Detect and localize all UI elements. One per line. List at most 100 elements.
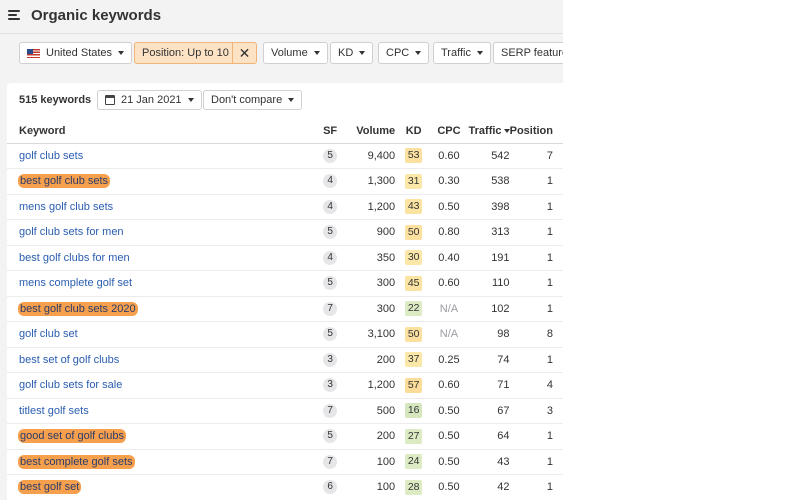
kd-cell: 24 (395, 449, 433, 475)
sf-badge[interactable]: 5 (323, 429, 338, 444)
position-filter[interactable]: Position: Up to 10 ✕ (134, 42, 257, 64)
serp-features-filter-label: SERP features (501, 47, 563, 59)
sf-badge[interactable]: 5 (323, 225, 338, 240)
volume-cell: 1,200 (341, 194, 396, 220)
keyword-cell: best set of golf clubs (7, 347, 319, 373)
keyword-cell: best golf club sets 2020 (7, 296, 319, 322)
sf-badge[interactable]: 7 (323, 454, 338, 469)
volume-cell: 3,100 (341, 321, 396, 348)
position-cell: 1 (509, 474, 563, 500)
cpc-cell: N/A (432, 321, 466, 348)
keyword-link[interactable]: good set of golf clubs (18, 429, 126, 444)
traffic-cell: 43 (465, 449, 510, 475)
kd-badge: 43 (405, 199, 423, 215)
column-header-kd[interactable]: KD (395, 119, 433, 144)
column-header-traffic[interactable]: Traffic (465, 119, 510, 144)
column-header-position[interactable]: Position (509, 119, 563, 144)
column-header-keyword[interactable]: Keyword (7, 119, 319, 144)
keyword-link[interactable]: golf club sets for sale (19, 379, 122, 391)
sf-badge[interactable]: 7 (323, 403, 338, 418)
volume-cell: 300 (341, 296, 396, 322)
cpc-cell: 0.60 (432, 270, 466, 297)
sf-cell: 5 (318, 270, 342, 297)
keyword-link[interactable]: golf club sets for men (19, 226, 124, 238)
sf-cell: 5 (318, 143, 342, 169)
sf-badge[interactable]: 3 (323, 378, 338, 393)
compare-dropdown[interactable]: Don't compare (203, 90, 303, 110)
date-picker[interactable]: 21 Jan 2021 (97, 90, 202, 110)
keyword-cell: mens complete golf set (7, 270, 319, 297)
chevron-down-icon (476, 51, 483, 55)
keyword-link[interactable]: best golf club sets 2020 (18, 301, 138, 316)
position-cell: 8 (509, 321, 563, 348)
sf-badge[interactable]: 7 (323, 301, 338, 316)
cpc-cell: 0.50 (432, 474, 466, 500)
cpc-cell: 0.50 (432, 398, 466, 424)
keyword-link[interactable]: golf club sets (19, 150, 83, 162)
keyword-cell: mens golf club sets (7, 194, 319, 220)
volume-cell: 9,400 (341, 143, 396, 169)
sf-badge[interactable]: 3 (323, 352, 338, 367)
sf-badge[interactable]: 6 (323, 480, 338, 495)
calendar-icon (105, 95, 115, 105)
hamburger-menu-icon[interactable] (8, 10, 20, 20)
kd-cell: 53 (395, 143, 433, 169)
clear-position-filter-icon[interactable]: ✕ (232, 43, 256, 63)
chevron-down-icon (415, 51, 422, 55)
kd-badge: 37 (405, 352, 423, 368)
keyword-link[interactable]: best golf clubs for men (19, 252, 130, 264)
volume-cell: 100 (341, 474, 396, 500)
sf-cell: 5 (318, 423, 342, 450)
chevron-down-icon (359, 51, 366, 55)
keyword-link[interactable]: titlest golf sets (19, 405, 89, 417)
kd-badge: 50 (405, 224, 423, 240)
sf-badge[interactable]: 5 (323, 276, 338, 291)
traffic-filter[interactable]: Traffic (433, 42, 491, 64)
kd-badge: 30 (405, 250, 423, 266)
sf-badge[interactable]: 5 (323, 148, 338, 163)
country-filter[interactable]: United States (19, 42, 133, 64)
kd-badge: 53 (405, 148, 423, 164)
volume-cell: 100 (341, 449, 396, 475)
keyword-cell: best golf set (7, 474, 319, 500)
sf-badge[interactable]: 4 (323, 174, 338, 189)
serp-features-filter[interactable]: SERP features (493, 42, 563, 64)
kd-cell: 27 (395, 423, 433, 450)
sf-cell: 5 (318, 321, 342, 348)
position-cell: 1 (509, 296, 563, 322)
kd-filter[interactable]: KD (330, 42, 374, 64)
column-header-volume[interactable]: Volume (341, 119, 396, 144)
keyword-link[interactable]: golf club set (19, 328, 78, 340)
table-header-row: Keyword SF Volume KD CPC Traffic Positio… (7, 119, 563, 144)
kd-badge: 50 (405, 326, 423, 342)
table-row: best complete golf sets 7 100 24 0.50 43 1 (7, 449, 563, 475)
kd-cell: 43 (395, 194, 433, 220)
sf-badge[interactable]: 5 (323, 327, 338, 342)
sf-badge[interactable]: 4 (323, 250, 338, 265)
volume-filter-label: Volume (271, 47, 308, 59)
keyword-link[interactable]: best complete golf sets (18, 454, 135, 469)
app-window: Organic keywords United States Position:… (0, 0, 563, 500)
cpc-filter[interactable]: CPC (378, 42, 430, 64)
chevron-down-icon (187, 98, 194, 102)
traffic-cell: 542 (465, 143, 510, 169)
volume-cell: 1,300 (341, 168, 396, 195)
us-flag-icon (27, 48, 40, 58)
keyword-cell: titlest golf sets (7, 398, 319, 424)
filter-bar: United States Position: Up to 10 ✕ Volum… (0, 33, 563, 73)
keyword-link[interactable]: mens golf club sets (19, 201, 113, 213)
table-row: best set of golf clubs 3 200 37 0.25 74 1 (7, 347, 563, 373)
column-header-sf[interactable]: SF (318, 119, 342, 144)
traffic-cell: 102 (465, 296, 510, 322)
keyword-link[interactable]: best set of golf clubs (19, 354, 119, 366)
sf-badge[interactable]: 4 (323, 199, 338, 214)
keyword-link[interactable]: best golf set (18, 480, 82, 495)
keyword-link[interactable]: best golf club sets (18, 174, 111, 189)
keyword-link[interactable]: mens complete golf set (19, 277, 132, 289)
kd-cell: 22 (395, 296, 433, 322)
traffic-cell: 191 (465, 245, 510, 271)
volume-filter[interactable]: Volume (263, 42, 328, 64)
traffic-filter-label: Traffic (441, 47, 471, 59)
column-header-cpc[interactable]: CPC (432, 119, 466, 144)
position-cell: 4 (509, 372, 563, 399)
